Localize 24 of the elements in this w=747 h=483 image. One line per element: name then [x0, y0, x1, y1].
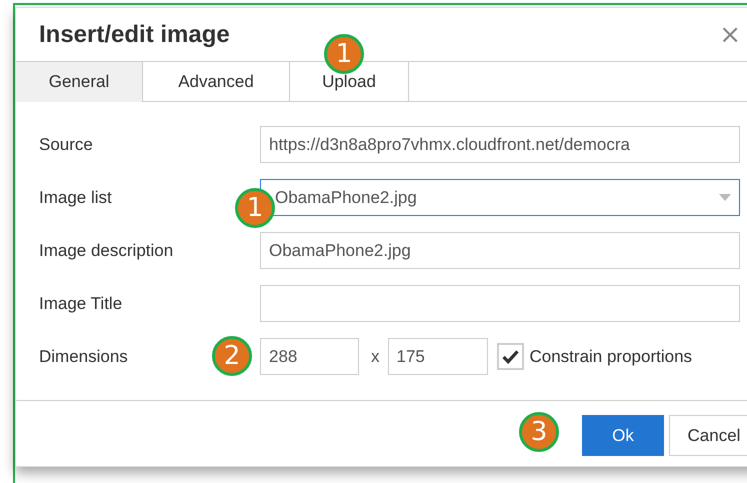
ok-button[interactable]: Ok	[582, 415, 664, 456]
field-label: Image Title	[39, 294, 122, 314]
width-field[interactable]: 288	[260, 338, 359, 375]
caret-icon	[719, 194, 731, 201]
step-badge: 3	[519, 412, 559, 452]
dimension-separator: x	[371, 346, 380, 366]
checkbox[interactable]	[496, 343, 524, 370]
step-badge: 1	[235, 188, 275, 228]
field-label: Dimensions	[39, 346, 128, 366]
input-field[interactable]: ObamaPhone2.jpg	[260, 232, 740, 269]
step-badge: 1	[324, 34, 364, 74]
field-label: Image description	[39, 240, 174, 260]
input-field[interactable]: https://d3n8a8pro7vhmx.cloudfront.net/democra	[260, 126, 740, 163]
step-badge: 2	[212, 336, 252, 376]
dropdown-field[interactable]: ObamaPhone2.jpg	[260, 179, 740, 216]
cancel-button[interactable]: Cancel	[669, 415, 747, 456]
height-field[interactable]: 175	[388, 338, 488, 375]
input-field[interactable]	[260, 285, 740, 322]
field-label: Source	[39, 134, 93, 154]
close-button[interactable]: ×	[715, 20, 745, 50]
field-label: Image list	[39, 188, 112, 208]
tab[interactable]: General	[16, 62, 143, 102]
dialog-title: Insert/edit image	[39, 20, 230, 48]
checkbox-label: Constrain proportions	[530, 346, 692, 366]
